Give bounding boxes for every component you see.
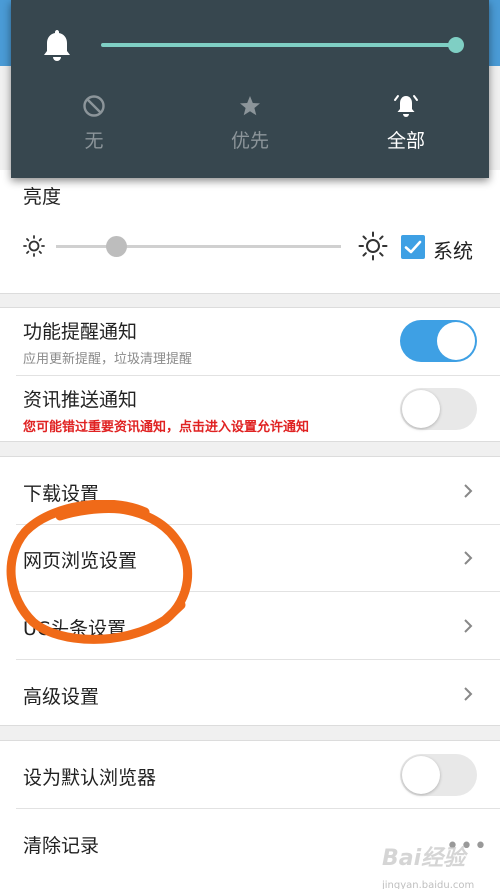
watermark-logo: Bai经验 [382,846,466,871]
download-settings-row[interactable]: 下载设置 [0,457,500,524]
chevron-right-icon [464,687,473,701]
notification-section: 功能提醒通知 应用更新提醒，垃圾清理提醒 资讯推送通知 您可能错过重要资讯通知，… [0,307,500,442]
web-browse-settings-label: 网页浏览设置 [23,550,138,572]
brightness-low-icon [23,235,45,257]
clear-records-label: 清除记录 [23,835,100,857]
chevron-right-icon [464,484,473,498]
volume-panel: 无 优先 全部 [11,0,489,178]
news-push-warning: 您可能错过重要资讯通知，点击进入设置允许通知 [23,420,310,435]
default-browser-toggle[interactable] [400,754,477,796]
volume-slider-track[interactable] [101,43,456,47]
brightness-section: 亮度 [0,170,500,294]
star-icon [240,96,260,116]
volume-slider-thumb[interactable] [448,37,464,53]
news-push-title: 资讯推送通知 [23,389,138,411]
news-push-toggle[interactable] [400,388,477,430]
function-reminder-row[interactable]: 功能提醒通知 应用更新提醒，垃圾清理提醒 [0,308,500,375]
brightness-slider-track[interactable] [56,245,341,248]
baidu-watermark: Bai经验 jingyan.baidu.com [382,840,474,889]
bell-icon[interactable] [41,28,73,62]
default-browser-row[interactable]: 设为默认浏览器 [0,741,500,808]
system-brightness-label: 系统 [433,239,473,263]
function-reminder-toggle[interactable] [400,320,477,362]
watermark-url: jingyan.baidu.com [382,880,475,889]
toggle-knob [437,322,475,360]
advanced-settings-label: 高级设置 [23,686,100,708]
brightness-slider-thumb[interactable] [106,236,127,257]
brightness-high-icon [358,231,388,261]
mode-priority[interactable]: 优先 [200,92,300,153]
advanced-settings-row[interactable]: 高级设置 [0,660,500,727]
mode-none[interactable]: 无 [44,92,144,153]
web-browse-settings-row[interactable]: 网页浏览设置 [0,525,500,591]
checkmark-icon [404,240,422,254]
mode-all-label: 全部 [386,130,425,152]
mode-all[interactable]: 全部 [356,92,456,153]
download-settings-label: 下载设置 [23,483,100,505]
chevron-right-icon [464,619,473,633]
function-reminder-title: 功能提醒通知 [23,321,138,343]
alarm-bell-icon [394,95,418,117]
mode-priority-label: 优先 [230,130,269,152]
news-push-row[interactable]: 资讯推送通知 您可能错过重要资讯通知，点击进入设置允许通知 [0,376,500,443]
toggle-knob [402,390,440,428]
system-brightness-checkbox[interactable] [401,235,425,259]
toggle-knob [402,756,440,794]
settings-links-section: 下载设置 网页浏览设置 UC头条设置 高级设置 [0,456,500,726]
default-browser-label: 设为默认浏览器 [23,767,157,789]
uc-headlines-settings-label: UC头条设置 [23,618,127,640]
uc-headlines-settings-row[interactable]: UC头条设置 [0,592,500,659]
chevron-right-icon [464,551,473,565]
no-interrupt-icon [83,95,105,117]
function-reminder-subtitle: 应用更新提醒，垃圾清理提醒 [23,352,193,367]
mode-none-label: 无 [84,130,104,152]
brightness-title: 亮度 [23,186,62,208]
